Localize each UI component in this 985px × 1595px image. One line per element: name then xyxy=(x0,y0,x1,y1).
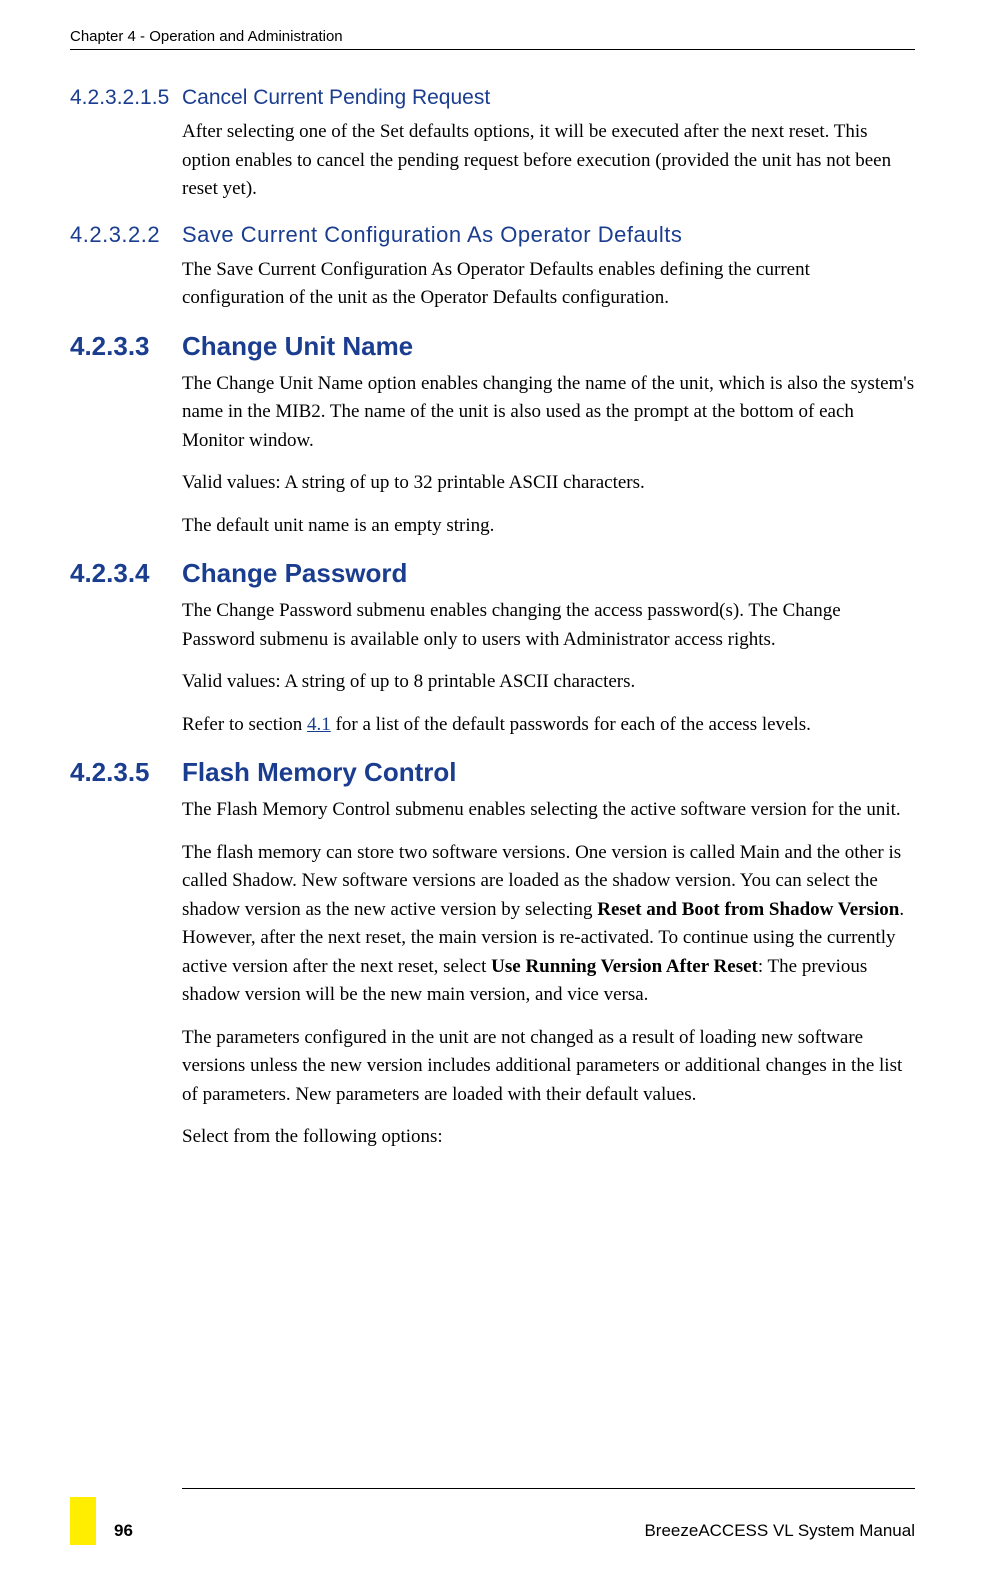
paragraph: The default unit name is an empty string… xyxy=(182,512,915,541)
section-number: 4.2.3.2.2 xyxy=(70,222,182,248)
section-number: 4.2.3.5 xyxy=(70,757,182,788)
section-number: 4.2.3.4 xyxy=(70,558,182,589)
section-number: 4.2.3.2.1.5 xyxy=(70,86,182,110)
footer-accent-box xyxy=(70,1497,96,1545)
section-change-password: 4.2.3.4 Change Password The Change Passw… xyxy=(70,558,915,739)
section-title: Save Current Configuration As Operator D… xyxy=(182,222,915,248)
paragraph: The Change Unit Name option enables chan… xyxy=(182,370,915,456)
section-title: Change Password xyxy=(182,558,915,589)
bold-option: Use Running Version After Reset xyxy=(491,956,758,977)
section-link[interactable]: 4.1 xyxy=(307,714,331,735)
paragraph: Valid values: A string of up to 8 printa… xyxy=(182,668,915,697)
section-title: Cancel Current Pending Request xyxy=(182,86,915,110)
paragraph: After selecting one of the Set defaults … xyxy=(182,118,915,204)
paragraph: The parameters configured in the unit ar… xyxy=(182,1024,915,1110)
text-pre: Refer to section xyxy=(182,714,307,735)
manual-title: BreezeACCESS VL System Manual xyxy=(644,1521,915,1545)
section-change-unit-name: 4.2.3.3 Change Unit Name The Change Unit… xyxy=(70,331,915,541)
paragraph: Refer to section 4.1 for a list of the d… xyxy=(182,711,915,740)
paragraph: Valid values: A string of up to 32 print… xyxy=(182,469,915,498)
footer-rule xyxy=(182,1488,915,1489)
paragraph: The Save Current Configuration As Operat… xyxy=(182,256,915,313)
section-flash-memory: 4.2.3.5 Flash Memory Control The Flash M… xyxy=(70,757,915,1152)
page-header: Chapter 4 - Operation and Administration xyxy=(70,28,915,50)
section-title: Flash Memory Control xyxy=(182,757,915,788)
bold-option: Reset and Boot from Shadow Version xyxy=(597,899,899,920)
paragraph: The flash memory can store two software … xyxy=(182,839,915,1010)
paragraph: The Change Password submenu enables chan… xyxy=(182,597,915,654)
paragraph: Select from the following options: xyxy=(182,1123,915,1152)
page-container: Chapter 4 - Operation and Administration… xyxy=(0,0,985,1595)
section-number: 4.2.3.3 xyxy=(70,331,182,362)
chapter-label: Chapter 4 - Operation and Administration xyxy=(70,28,343,45)
text-post: for a list of the default passwords for … xyxy=(331,714,811,735)
section-cancel-pending: 4.2.3.2.1.5 Cancel Current Pending Reque… xyxy=(70,86,915,204)
section-save-operator-defaults: 4.2.3.2.2 Save Current Configuration As … xyxy=(70,222,915,313)
page-number: 96 xyxy=(114,1521,133,1545)
paragraph: The Flash Memory Control submenu enables… xyxy=(182,796,915,825)
section-title: Change Unit Name xyxy=(182,331,915,362)
page-footer: 96 BreezeACCESS VL System Manual xyxy=(70,1488,915,1545)
